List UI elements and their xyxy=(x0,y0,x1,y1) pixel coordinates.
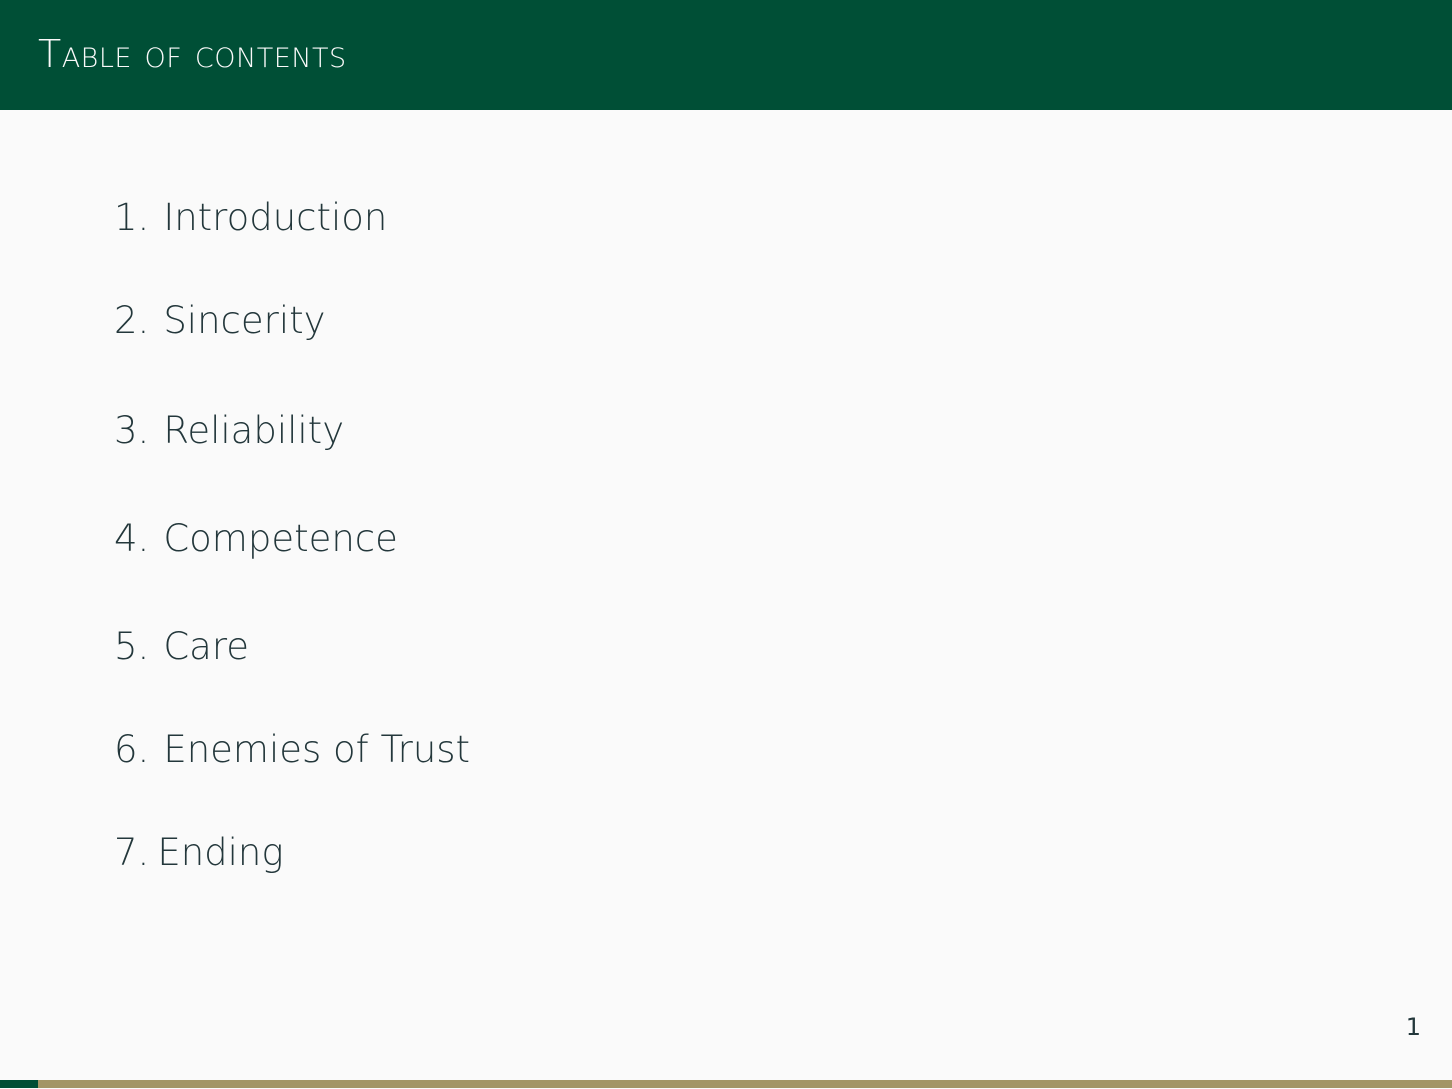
toc-label: Sincerity xyxy=(163,299,326,342)
toc-number: 5. xyxy=(114,625,150,668)
toc-number: 4. xyxy=(114,517,150,560)
progress-bar-fill xyxy=(0,1080,38,1088)
toc-item[interactable]: 6. Enemies of Trust xyxy=(114,728,470,771)
toc-label: Care xyxy=(163,625,249,668)
toc-item[interactable]: 4. Competence xyxy=(114,517,398,560)
toc-label: Ending xyxy=(157,831,284,874)
toc-number: 2. xyxy=(114,299,150,342)
toc-item[interactable]: 7. Ending xyxy=(114,831,284,874)
page-number: 1 xyxy=(1405,1013,1421,1041)
toc-number: 1. xyxy=(114,196,150,239)
toc-item[interactable]: 3. Reliability xyxy=(114,409,344,452)
toc-label: Reliability xyxy=(163,409,345,452)
progress-bar xyxy=(0,1080,1452,1088)
toc-label: Introduction xyxy=(163,196,388,239)
toc-number: 6. xyxy=(114,728,150,771)
toc-item[interactable]: 1. Introduction xyxy=(114,196,387,239)
toc-number: 3. xyxy=(114,409,150,452)
slide-title: Table of contents xyxy=(38,32,347,76)
toc-item[interactable]: 5. Care xyxy=(114,625,249,668)
slide-header: Table of contents xyxy=(0,0,1452,110)
toc-item[interactable]: 2. Sincerity xyxy=(114,299,326,342)
toc-label: Competence xyxy=(163,517,398,560)
toc-label: Enemies of Trust xyxy=(163,728,471,771)
toc-number: 7. xyxy=(114,831,150,874)
